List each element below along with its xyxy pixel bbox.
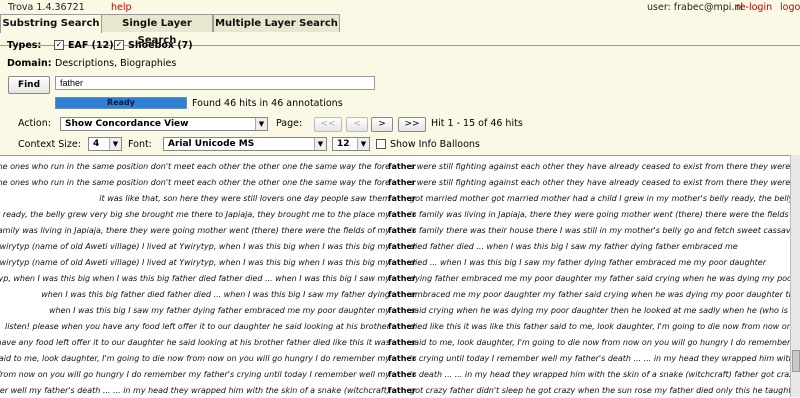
right-context: died like this it was like this father s… bbox=[410, 322, 790, 331]
left-context: when I was this big I saw my father dyin… bbox=[48, 306, 390, 315]
chevron-down-icon: ▼ bbox=[314, 138, 326, 150]
left-context: me to Ywirytyp (name of old Aweti villag… bbox=[0, 258, 390, 267]
chevron-down-icon: ▼ bbox=[109, 138, 121, 150]
left-context: brought me to Ywirytyp (name of old Awet… bbox=[0, 242, 390, 251]
concordance-row[interactable]: brought me to Ywirytyp (name of old Awet… bbox=[0, 239, 790, 255]
concordance-row[interactable]: when I was this big father died father d… bbox=[0, 287, 790, 303]
first-page-button[interactable]: << bbox=[314, 117, 342, 132]
chevron-down-icon: ▼ bbox=[255, 118, 267, 130]
right-context: got crazy father didn't sleep he got cra… bbox=[410, 386, 790, 395]
right-context: got married mother got married mother ha… bbox=[410, 194, 790, 203]
results-scrollbar[interactable] bbox=[790, 155, 800, 397]
right-context: s were still fighting against each other… bbox=[410, 162, 790, 171]
concordance-row[interactable]: other's belly ready, the belly grew very… bbox=[0, 207, 790, 223]
action-select[interactable]: Show Concordance View ▼ bbox=[60, 117, 268, 131]
left-context: was father said to me, look daughter, I'… bbox=[0, 354, 390, 363]
shoebox-checkbox-label: Shoebox (7) bbox=[128, 40, 193, 51]
relogin-link[interactable]: re-login bbox=[736, 2, 772, 13]
font-size-select[interactable]: 12 ▼ bbox=[332, 137, 370, 151]
user-label: user: frabec@mpi.nl bbox=[647, 2, 744, 13]
right-context: 's crying until today I remember well my… bbox=[410, 354, 790, 363]
status-progress-bar: Ready bbox=[55, 97, 187, 109]
left-context: my father's family was living in Japiaja… bbox=[0, 226, 390, 235]
left-context: ne position) the ones who run in the sam… bbox=[0, 162, 390, 171]
left-context: ed at Ywirytyp, when I was this big when… bbox=[0, 274, 390, 283]
types-label: Types: bbox=[7, 40, 42, 51]
font-size-value: 12 bbox=[337, 139, 350, 149]
left-context: when you have any food left offer it to … bbox=[0, 338, 390, 347]
concordance-row[interactable]: ne position) the ones who run in the sam… bbox=[0, 175, 790, 191]
logout-link[interactable]: logou bbox=[780, 2, 800, 13]
page-label: Page: bbox=[276, 118, 303, 129]
last-page-button[interactable]: >> bbox=[398, 117, 426, 132]
concordance-view: ne position) the ones who run in the sam… bbox=[0, 155, 790, 398]
concordance-row[interactable]: was father said to me, look daughter, I'… bbox=[0, 351, 790, 367]
hit-range: Hit 1 - 15 of 46 hits bbox=[431, 118, 523, 129]
left-context: listen! please when you have any food le… bbox=[5, 322, 390, 331]
next-page-button[interactable]: > bbox=[371, 117, 393, 132]
eaf-checkbox[interactable]: ✓ bbox=[54, 40, 64, 50]
domain-value: Descriptions, Biographies bbox=[55, 58, 177, 69]
concordance-row[interactable]: ed at Ywirytyp, when I was this big when… bbox=[0, 271, 790, 287]
right-context: died ... when I was this big I saw my fa… bbox=[410, 258, 766, 267]
concordance-row[interactable]: my father's family was living in Japiaja… bbox=[0, 223, 790, 239]
font-label: Font: bbox=[128, 139, 152, 150]
tab-single-layer-search[interactable]: Single Layer Search bbox=[101, 14, 213, 46]
concordance-row[interactable]: listen! please when you have any food le… bbox=[0, 319, 790, 335]
concordance-row[interactable]: me to Ywirytyp (name of old Aweti villag… bbox=[0, 255, 790, 271]
help-link[interactable]: help bbox=[111, 2, 132, 13]
right-context: s were still fighting against each other… bbox=[410, 178, 790, 187]
right-context: 's family there was their house there I … bbox=[410, 226, 790, 235]
left-context: o die now from now on you will go hungry… bbox=[0, 370, 390, 379]
concordance-row[interactable]: ne position) the ones who run in the sam… bbox=[0, 159, 790, 175]
context-size-value: 4 bbox=[93, 139, 100, 149]
concordance-row[interactable]: it was like that, son here they were sti… bbox=[0, 191, 790, 207]
action-select-value: Show Concordance View bbox=[65, 119, 189, 129]
context-size-label: Context Size: bbox=[18, 139, 81, 150]
concordance-row[interactable]: I remember well my father's death ... ..… bbox=[0, 383, 790, 398]
font-select-value: Arial Unicode MS bbox=[168, 139, 255, 149]
search-tabs: Substring Search Single Layer Search Mul… bbox=[0, 14, 800, 46]
right-context: 's death ... ... in my head they wrapped… bbox=[410, 370, 790, 379]
app-title: Trova 1.4.36721 bbox=[8, 2, 85, 13]
right-context: 's family was living in Japiaja, there t… bbox=[410, 210, 790, 219]
left-context: I remember well my father's death ... ..… bbox=[0, 386, 390, 395]
concordance-row[interactable]: when I was this big I saw my father dyin… bbox=[0, 303, 790, 319]
tab-multiple-layer-search[interactable]: Multiple Layer Search bbox=[213, 14, 340, 32]
scrollbar-thumb[interactable] bbox=[792, 350, 800, 372]
action-label: Action: bbox=[18, 118, 51, 129]
left-context: ne position) the ones who run in the sam… bbox=[0, 178, 390, 187]
concordance-row[interactable]: o die now from now on you will go hungry… bbox=[0, 367, 790, 383]
left-context: when I was this big father died father d… bbox=[41, 290, 390, 299]
chevron-down-icon: ▼ bbox=[357, 138, 369, 150]
right-context: dying father embraced me my poor daughte… bbox=[410, 274, 790, 283]
right-context: said to me, look daughter, I'm going to … bbox=[410, 338, 790, 347]
find-button[interactable]: Find bbox=[8, 76, 50, 94]
top-bar: Trova 1.4.36721 help user: frabec@mpi.nl… bbox=[0, 0, 800, 14]
info-balloons-label: Show Info Balloons bbox=[390, 139, 480, 150]
context-size-select[interactable]: 4 ▼ bbox=[88, 137, 122, 151]
info-balloons-checkbox[interactable] bbox=[376, 139, 386, 149]
left-context: it was like that, son here they were sti… bbox=[99, 194, 390, 203]
shoebox-checkbox[interactable]: ✓ bbox=[114, 40, 124, 50]
eaf-checkbox-label: EAF (12) bbox=[68, 40, 114, 51]
right-context: died father died ... when I was this big… bbox=[410, 242, 738, 251]
domain-label: Domain: bbox=[7, 58, 52, 69]
found-status: Found 46 hits in 46 annotations bbox=[192, 98, 343, 109]
left-context: other's belly ready, the belly grew very… bbox=[0, 210, 390, 219]
tab-substring-search[interactable]: Substring Search bbox=[0, 14, 102, 33]
right-context: said crying when he was dying my poor da… bbox=[410, 306, 790, 315]
concordance-row[interactable]: when you have any food left offer it to … bbox=[0, 335, 790, 351]
font-select[interactable]: Arial Unicode MS ▼ bbox=[163, 137, 327, 151]
search-input[interactable] bbox=[55, 76, 375, 90]
prev-page-button[interactable]: < bbox=[346, 117, 368, 132]
right-context: embraced me my poor daughter my father s… bbox=[410, 290, 790, 299]
